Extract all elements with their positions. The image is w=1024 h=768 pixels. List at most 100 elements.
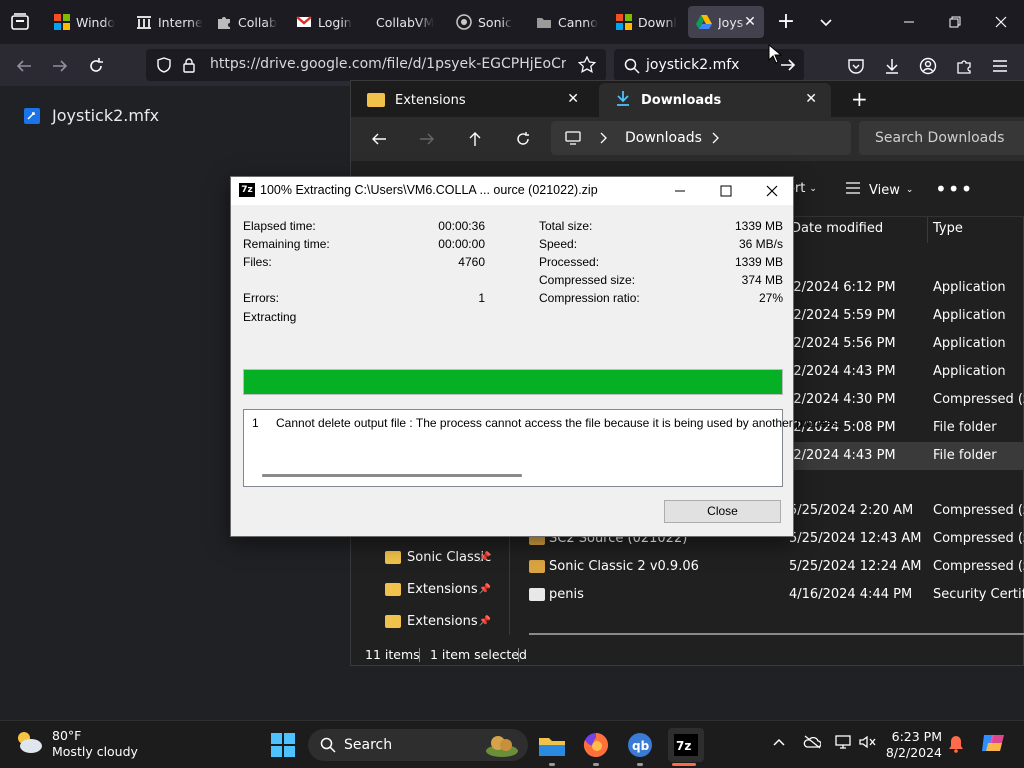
explorer-tab-active[interactable]: Downloads ✕	[599, 83, 831, 117]
operation-label: Extracting	[243, 310, 297, 324]
reload-icon[interactable]	[82, 52, 110, 80]
taskbar-clock[interactable]: 6:23 PM 8/2/2024	[884, 729, 942, 761]
stat-label: Remaining time:	[243, 237, 330, 251]
file-date: 5/25/2024 12:24 AM	[789, 559, 922, 574]
chevron-up-icon[interactable]	[772, 735, 786, 753]
stat-label: Processed:	[539, 255, 600, 269]
weather-widget[interactable]: 80°F Mostly cloudy	[14, 728, 138, 760]
quick-access-item[interactable]: Sonic Classic 📌	[385, 543, 505, 571]
browser-tab[interactable]: CollabVM	[368, 6, 448, 38]
quick-access-item[interactable]: Extensions 📌	[385, 575, 505, 603]
column-divider[interactable]	[927, 217, 928, 243]
browser-tab[interactable]: Sonic	[448, 6, 524, 38]
qbittorrent-icon[interactable]: qb	[624, 729, 656, 761]
puzzle-icon	[216, 14, 232, 30]
pocket-icon[interactable]	[842, 52, 870, 80]
file-type: Application	[933, 280, 1006, 295]
close-tab-icon[interactable]: ✕	[742, 14, 758, 30]
download-icon[interactable]	[878, 52, 906, 80]
pane-divider	[509, 531, 510, 635]
stat-value: 1	[478, 291, 485, 305]
browser-tab-active[interactable]: Joys ✕	[688, 6, 764, 38]
forward-arrow-icon[interactable]	[415, 127, 439, 151]
view-label: View	[869, 182, 900, 198]
sonic-icon	[456, 14, 472, 30]
quick-access-item[interactable]: Extensions 📌	[385, 607, 505, 635]
browser-tab[interactable]: Login	[288, 6, 364, 38]
restore-icon[interactable]	[932, 0, 978, 44]
7zip-icon[interactable]: 7z	[668, 728, 704, 762]
quick-access-label: Extensions	[407, 581, 478, 597]
onedrive-icon[interactable]	[803, 735, 822, 753]
file-date: 5/25/2024 12:43 AM	[789, 531, 922, 546]
copilot-icon[interactable]	[980, 731, 1006, 759]
zip-folder-icon	[529, 560, 545, 573]
refresh-icon[interactable]	[511, 127, 535, 151]
chevron-right-icon[interactable]	[599, 130, 609, 150]
hamburger-menu-icon[interactable]	[986, 52, 1014, 80]
forward-arrow-icon[interactable]	[46, 52, 74, 80]
url-bar[interactable]: https://drive.google.com/file/d/1psyek-E…	[146, 49, 606, 81]
maximize-icon[interactable]	[703, 177, 749, 205]
error-message-list[interactable]: 1 Cannot delete output file : The proces…	[243, 409, 841, 487]
tab-label: Canno	[558, 14, 598, 30]
close-window-icon[interactable]	[978, 0, 1024, 44]
bookmark-star-icon[interactable]	[577, 55, 597, 78]
firefox-icon[interactable]	[580, 729, 612, 761]
list-view-icon	[845, 181, 861, 199]
browser-tab[interactable]: Interne	[128, 6, 204, 38]
file-explorer-icon[interactable]	[536, 729, 568, 761]
close-window-icon[interactable]	[749, 177, 795, 205]
more-options-icon[interactable]: •••	[935, 177, 973, 201]
search-input[interactable]: joystick2.mfx	[646, 57, 739, 73]
close-tab-icon[interactable]: ✕	[805, 91, 817, 107]
browser-tab-strip: Windo Interne Collab Login CollabVM Soni…	[0, 0, 1024, 44]
extensions-icon[interactable]	[950, 52, 978, 80]
horizontal-scrollbar[interactable]	[262, 474, 522, 477]
shield-icon[interactable]	[156, 57, 172, 77]
start-button-icon[interactable]	[267, 729, 299, 761]
minimize-icon[interactable]	[657, 177, 703, 205]
new-tab-icon[interactable]: +	[851, 87, 868, 111]
breadcrumb[interactable]: Downloads	[551, 121, 851, 155]
tab-label: Windo	[76, 14, 116, 30]
file-row[interactable]: penis 4/16/2024 4:44 PM Security Certifica…	[511, 581, 1024, 609]
dialog-title-bar: 7z 100% Extracting C:\Users\VM6.COLLA ..…	[231, 177, 793, 205]
folder-icon	[385, 550, 401, 564]
column-header-date[interactable]: Date modified	[791, 221, 883, 236]
explorer-tab[interactable]: Extensions ✕	[351, 83, 593, 117]
browser-tab[interactable]: Downl	[608, 6, 684, 38]
network-icon[interactable]	[834, 735, 852, 753]
horizontal-scrollbar[interactable]	[529, 633, 1024, 635]
stat-label: Speed:	[539, 237, 578, 251]
new-tab-icon[interactable]: +	[774, 10, 798, 34]
explorer-search-input[interactable]: Search Downloads	[859, 121, 1024, 155]
browser-tab[interactable]: Windo	[46, 6, 124, 38]
firefox-view-icon[interactable]	[8, 10, 32, 34]
file-row[interactable]: Sonic Classic 2 v0.9.06 5/25/2024 12:24 A…	[511, 553, 1024, 581]
lock-icon[interactable]	[182, 57, 196, 77]
chevron-down-icon[interactable]	[814, 10, 838, 34]
minimize-icon[interactable]	[886, 0, 932, 44]
notification-bell-icon[interactable]	[948, 735, 964, 757]
monitor-icon[interactable]	[565, 130, 581, 150]
taskbar-search[interactable]: Search	[308, 729, 528, 761]
view-button[interactable]: View ⌄	[845, 181, 913, 199]
chevron-right-icon[interactable]	[711, 130, 721, 150]
browser-tab[interactable]: Canno	[528, 6, 604, 38]
close-button[interactable]: Close	[664, 500, 781, 523]
stat-value: 00:00:00	[438, 237, 485, 251]
browser-tab[interactable]: Collab	[208, 6, 284, 38]
back-arrow-icon[interactable]	[10, 52, 38, 80]
go-arrow-icon[interactable]	[780, 57, 796, 77]
url-text[interactable]: https://drive.google.com/file/d/1psyek-E…	[210, 56, 566, 72]
breadcrumb-item[interactable]: Downloads	[625, 130, 702, 146]
back-arrow-icon[interactable]	[367, 127, 391, 151]
stat-value: 1339 MB	[734, 255, 783, 269]
close-tab-icon[interactable]: ✕	[567, 91, 579, 107]
pin-icon: 📌	[478, 583, 491, 595]
column-header-type[interactable]: Type	[933, 221, 963, 236]
up-arrow-icon[interactable]	[463, 127, 487, 151]
volume-muted-icon[interactable]	[858, 735, 876, 753]
account-icon[interactable]	[914, 52, 942, 80]
